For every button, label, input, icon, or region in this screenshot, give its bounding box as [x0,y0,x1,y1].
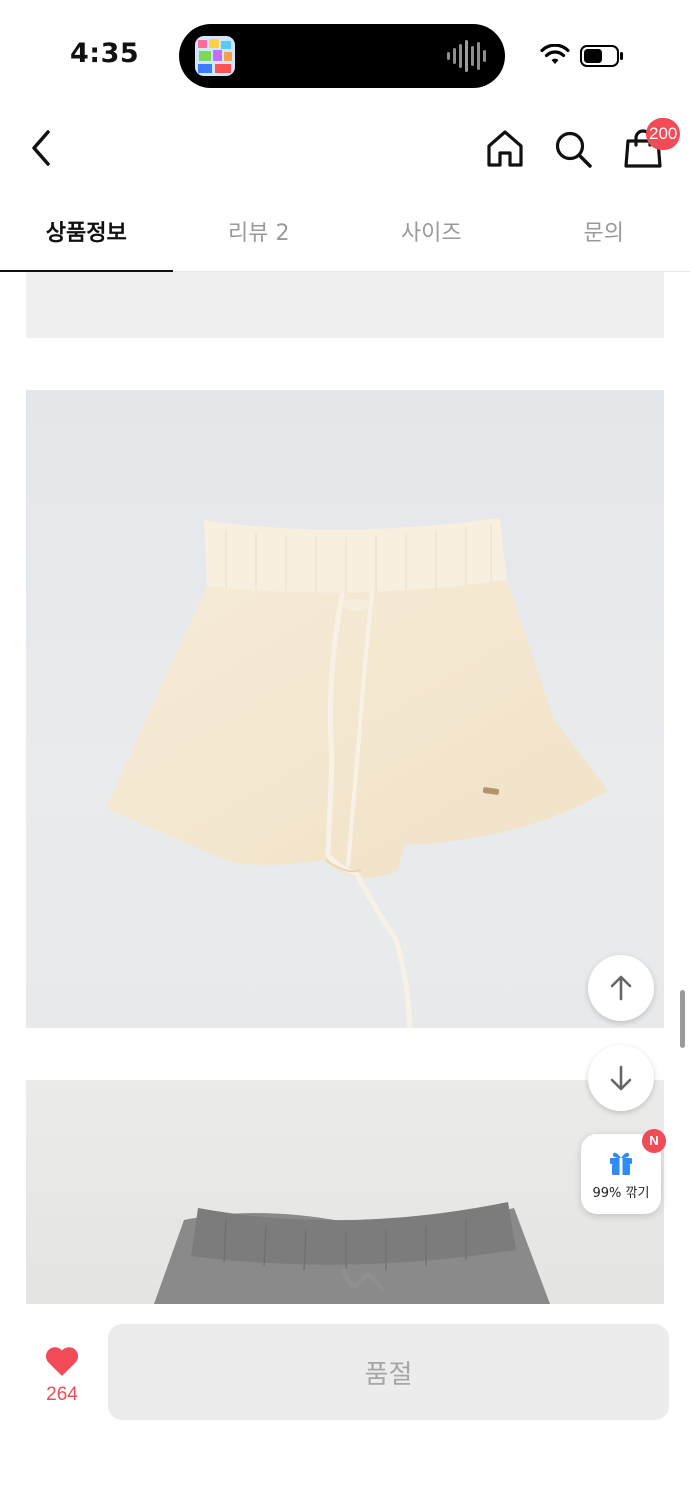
wifi-icon [540,44,570,64]
like-button[interactable]: 264 [30,1344,94,1414]
search-icon [555,131,592,168]
arrow-down-icon [610,1065,632,1091]
tab-inquiry[interactable]: 문의 [518,190,690,272]
scroll-up-button[interactable] [588,955,654,1021]
dynamic-island[interactable] [179,24,505,88]
tab-size[interactable]: 사이즈 [345,190,518,272]
scroll-indicator[interactable] [680,990,685,1048]
product-image-previous [26,272,664,338]
new-badge: N [642,1129,666,1153]
now-playing-app-icon [195,36,235,76]
arrow-up-icon [610,975,632,1001]
product-tabs: 상품정보 리뷰 2 사이즈 문의 [0,190,690,273]
status-time: 4:35 [70,38,140,69]
cart-count-badge: 200 [646,118,681,150]
heart-icon [45,1347,79,1376]
product-image-cream-shorts [26,390,664,1028]
scroll-down-button[interactable] [588,1045,654,1111]
battery-icon [580,45,623,67]
status-bar: 4:35 [0,0,690,110]
gift-icon [610,1152,632,1175]
home-icon [487,130,523,167]
tab-reviews[interactable]: 리뷰 2 [173,190,346,272]
tab-product-info[interactable]: 상품정보 [0,190,173,273]
search-button[interactable] [550,126,596,172]
product-image-gray-shorts [26,1080,664,1304]
top-nav-bar [0,110,690,190]
gift-label: 99% 깎기 [592,1186,650,1201]
back-button[interactable] [20,126,64,170]
audio-wave-icon [447,40,486,72]
home-button[interactable] [482,126,528,172]
sold-out-button[interactable]: 품절 [108,1324,669,1420]
bottom-action-bar: 264 품절 [0,1304,690,1500]
like-count: 264 [46,1384,78,1405]
back-arrow-icon [32,130,50,166]
